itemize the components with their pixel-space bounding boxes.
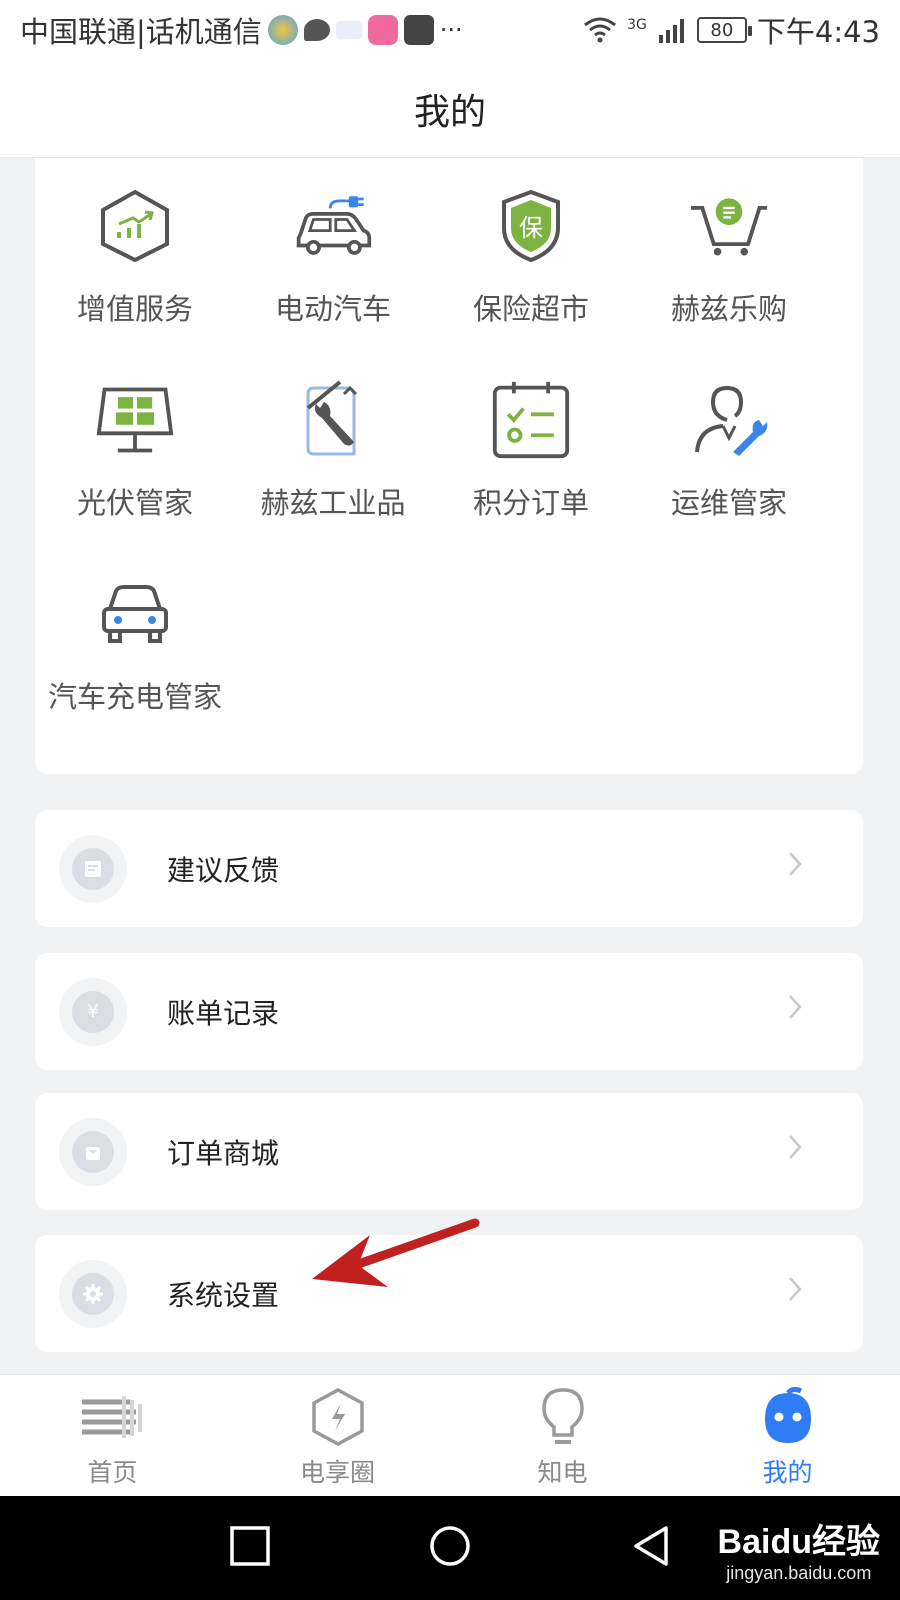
tab-home[interactable]: 首页 xyxy=(0,1375,225,1497)
grid-item-maintenance[interactable]: 运维管家 xyxy=(629,380,829,550)
tab-knowledge[interactable]: 知电 xyxy=(450,1375,675,1497)
grid-item-points-order[interactable]: 积分订单 xyxy=(431,380,631,550)
more-notifications-dots: ··· xyxy=(439,16,463,44)
grid-item-electric-car[interactable]: 电动汽车 xyxy=(233,186,433,356)
grid-item-solar[interactable]: 光伏管家 xyxy=(35,380,235,550)
solar-panel-icon xyxy=(95,380,175,460)
page-title: 我的 xyxy=(413,91,486,133)
menu-item-label: 系统设置 xyxy=(167,1278,280,1312)
elephant-app-icon xyxy=(367,15,398,45)
grid-item-label: 积分订单 xyxy=(472,486,589,520)
grid-item-label: 光伏管家 xyxy=(76,486,193,520)
menu-icon-circle xyxy=(59,1259,127,1328)
menu-icon-circle xyxy=(59,834,127,903)
back-triangle-icon[interactable] xyxy=(630,1524,674,1568)
value-added-hexagon-icon xyxy=(95,186,175,266)
menu-item-bill-record[interactable]: ¥ 账单记录 xyxy=(35,953,863,1070)
bill-record-icon: ¥ xyxy=(72,990,114,1033)
grid-item-industrial[interactable]: 赫兹工业品 xyxy=(233,380,433,550)
tab-label: 我的 xyxy=(762,1458,813,1487)
clock: 下午4:43 xyxy=(756,15,880,49)
huawei-app-icon xyxy=(403,15,434,45)
battery-level: 80 xyxy=(710,19,734,41)
menu-item-label: 订单商城 xyxy=(167,1136,280,1170)
grid-item-hertz-shopping[interactable]: 赫兹乐购 xyxy=(629,186,829,356)
status-bar: 中国联通|话机通信 ··· 3G 80 下午4:43 xyxy=(0,0,900,60)
signal-strength-icon xyxy=(658,19,684,43)
grid-item-insurance[interactable]: 保 保险超市 xyxy=(431,186,631,356)
points-order-checklist-icon xyxy=(491,380,571,460)
grid-item-label: 汽车充电管家 xyxy=(47,680,222,714)
tab-label: 知电 xyxy=(537,1458,588,1487)
insurance-shield-icon: 保 xyxy=(491,186,571,266)
grid-item-label: 运维管家 xyxy=(670,486,787,520)
battery-indicator: 80 xyxy=(696,17,752,43)
menu-item-order-mall[interactable]: 订单商城 xyxy=(35,1093,863,1210)
grid-item-label: 增值服务 xyxy=(76,292,193,326)
insurance-char: 保 xyxy=(519,214,543,242)
status-right: 3G 80 下午4:43 xyxy=(583,9,880,51)
bottom-tab-bar: 首页 电享圈 知电 我的 xyxy=(0,1374,900,1496)
bill-glyph: ¥ xyxy=(87,1001,99,1022)
grid-item-value-added[interactable]: 增值服务 xyxy=(35,186,235,356)
tab-label: 首页 xyxy=(87,1458,138,1487)
network-type-label: 3G xyxy=(627,17,647,33)
settings-gear-icon xyxy=(72,1272,114,1315)
page-header: 我的 xyxy=(0,60,900,158)
industrial-tools-icon xyxy=(293,380,373,460)
chevron-right-icon xyxy=(789,852,802,876)
app-badge-icon xyxy=(335,21,362,39)
chevron-right-icon xyxy=(789,1135,802,1159)
baidu-watermark: Baidu经验 jingyan.baidu.com xyxy=(718,1514,880,1584)
grid-item-label: 赫兹工业品 xyxy=(260,486,406,520)
order-mall-icon xyxy=(72,1130,114,1173)
electric-car-icon xyxy=(293,186,373,266)
menu-item-label: 建议反馈 xyxy=(167,853,280,887)
menu-icon-circle: ¥ xyxy=(59,977,127,1046)
shopping-cart-icon xyxy=(689,186,769,266)
tab-profile[interactable]: 我的 xyxy=(675,1375,900,1497)
power-circle-icon xyxy=(303,1387,373,1447)
watermark-sub: jingyan.baidu.com xyxy=(726,1563,872,1583)
feedback-icon xyxy=(72,847,114,890)
car-charging-icon xyxy=(95,574,175,654)
chat-bubble-icon xyxy=(303,19,330,41)
menu-icon-circle xyxy=(59,1117,127,1186)
recent-apps-square-icon[interactable] xyxy=(228,1524,272,1568)
service-grid: 增值服务 电动汽车 保 保险超市 赫兹乐购 光伏管家 赫兹工业品 积分订单 运维… xyxy=(35,158,863,774)
system-navigation-bar: Baidu经验 jingyan.baidu.com xyxy=(0,1496,900,1600)
chevron-right-icon xyxy=(789,1277,802,1301)
grid-item-car-charging[interactable]: 汽车充电管家 xyxy=(35,574,235,744)
home-circle-icon[interactable] xyxy=(428,1524,472,1568)
watermark-main: Baidu经验 xyxy=(717,1523,880,1561)
menu-item-label: 账单记录 xyxy=(167,996,280,1030)
grid-item-label: 保险超市 xyxy=(472,292,589,326)
red-arrow-annotation-icon xyxy=(312,1218,480,1287)
wifi-icon xyxy=(584,17,617,43)
tab-label: 电享圈 xyxy=(299,1458,375,1487)
lightbulb-icon xyxy=(528,1387,598,1447)
chevron-right-icon xyxy=(789,995,802,1019)
grid-item-label: 电动汽车 xyxy=(274,292,391,326)
status-left: 中国联通|话机通信 ··· xyxy=(20,9,463,51)
app-notification-icon xyxy=(267,15,298,45)
carrier-label: 中国联通|话机通信 xyxy=(20,15,262,49)
grid-item-label: 赫兹乐购 xyxy=(670,292,787,326)
menu-item-feedback[interactable]: 建议反馈 xyxy=(35,810,863,927)
home-icon xyxy=(78,1387,148,1447)
maintenance-person-icon xyxy=(689,380,769,460)
tab-power-circle[interactable]: 电享圈 xyxy=(225,1375,450,1497)
profile-icon xyxy=(753,1387,823,1447)
